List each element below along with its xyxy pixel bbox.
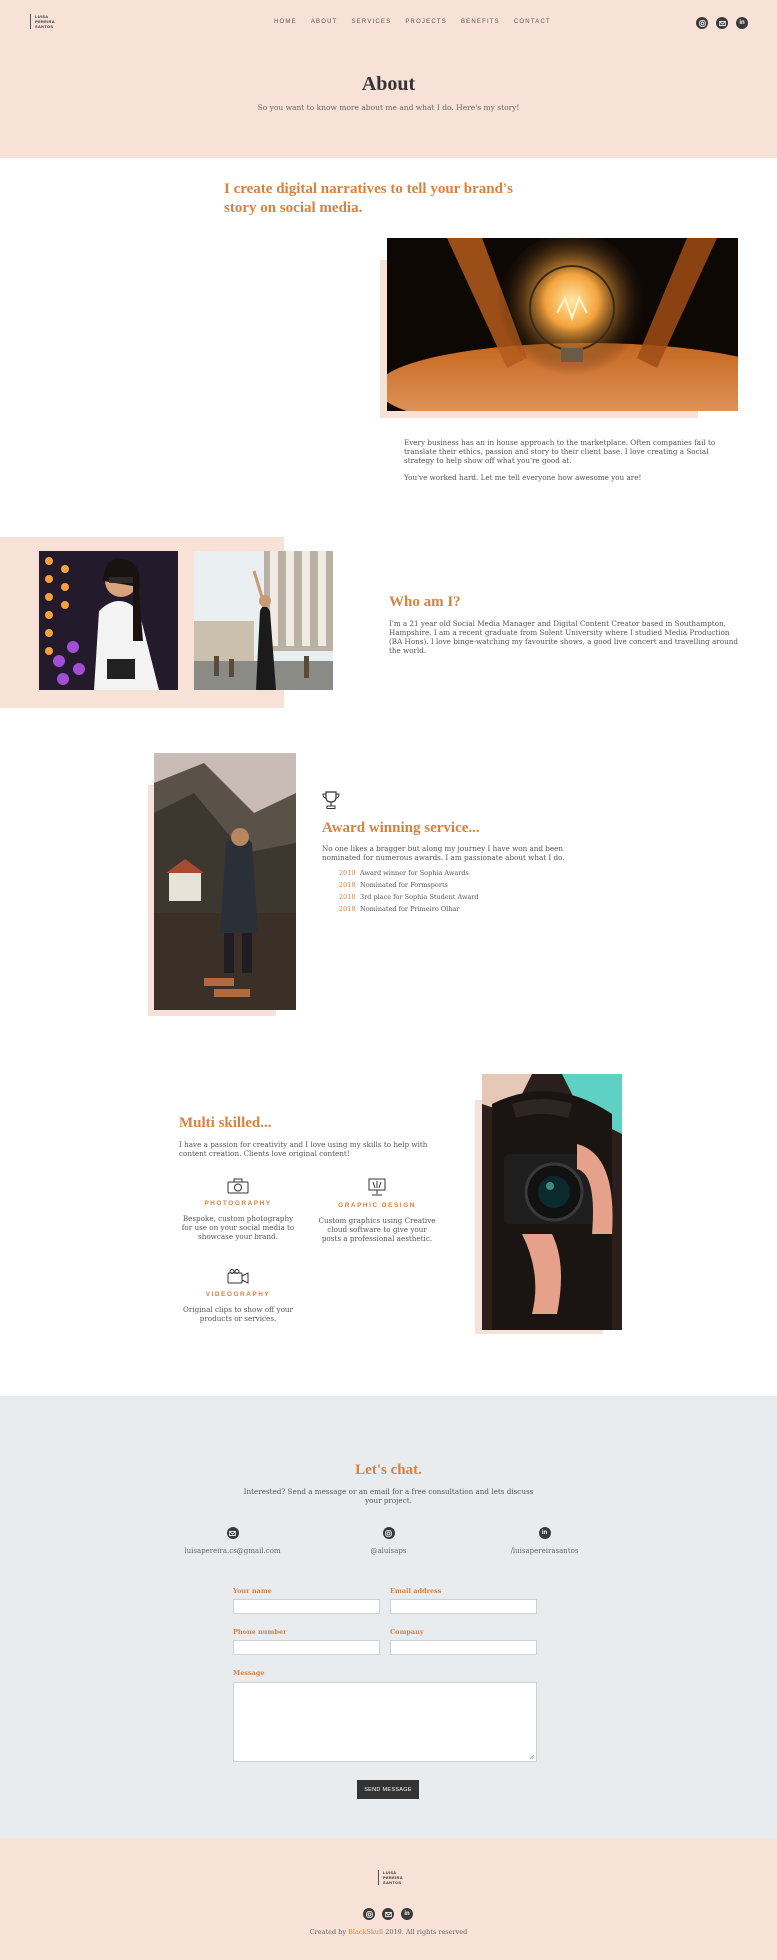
- footer-social: in: [363, 1908, 413, 1920]
- phone-label: Phone number: [233, 1628, 287, 1636]
- contact-email-text: luisapereira.cs@gmail.com: [184, 1547, 281, 1555]
- footer: [0, 1838, 777, 1960]
- skill-videography: VIDEOGRAPHY Original clips to show off y…: [179, 1269, 297, 1323]
- skill-title: VIDEOGRAPHY: [205, 1291, 271, 1298]
- footer-logo-line-3: SANTOS: [383, 1880, 402, 1885]
- design-icon: [318, 1178, 436, 1196]
- awards-list: 2019 Award winner for Sophia Awards 2018 N…: [322, 867, 602, 915]
- brand-logo[interactable]: LUISA PEREIRA SANTOS: [30, 14, 55, 29]
- name-input[interactable]: [233, 1599, 380, 1614]
- who-text: I'm a 21 year old Social Media Manager a…: [389, 619, 738, 655]
- message-label: Message: [233, 1669, 265, 1677]
- camera-icon: [179, 1178, 297, 1194]
- instagram-icon[interactable]: [363, 1908, 375, 1920]
- footer-prefix: Created by: [309, 1928, 349, 1936]
- award-year: 2018: [339, 905, 356, 913]
- linkedin-icon: in: [538, 1527, 551, 1539]
- portrait-photo: [39, 551, 178, 690]
- intro-paragraph-1: Every business has an in house approach …: [404, 438, 716, 465]
- message-textarea[interactable]: [233, 1682, 537, 1762]
- award-label: Award winner for Sophia Awards: [360, 869, 469, 877]
- skill-photography: PHOTOGRAPHY Bespoke, custom photography …: [179, 1178, 297, 1241]
- nav-home[interactable]: HOME: [274, 19, 297, 25]
- mail-icon[interactable]: [716, 17, 728, 29]
- skills-text: I have a passion for creativity and I lo…: [179, 1140, 428, 1158]
- page-title: About: [361, 73, 416, 95]
- contact-linkedin-text: /luisapereirasantos: [510, 1547, 579, 1555]
- who-heading: Who am I?: [389, 594, 461, 610]
- contact-text: Interested? Send a message or an email f…: [243, 1487, 534, 1505]
- intro-paragraph-2: You've worked hard. Let me tell everyone…: [404, 473, 642, 482]
- nav-about[interactable]: ABOUT: [311, 19, 338, 25]
- footer-suffix: 2019. All rights reserved: [383, 1928, 468, 1936]
- lightbulb-photo: [387, 238, 738, 411]
- intro-heading: I create digital narratives to tell your…: [224, 180, 554, 218]
- contact-email[interactable]: luisapereira.cs@gmail.com: [150, 1527, 315, 1555]
- company-label: Company: [390, 1628, 424, 1636]
- hiker-photo: [154, 753, 296, 1010]
- trophy-icon: [322, 790, 340, 814]
- contact-linkedin[interactable]: in /luisapereirasantos: [462, 1527, 627, 1555]
- company-input[interactable]: [390, 1640, 537, 1655]
- skill-graphic-design: GRAPHIC DESIGN Custom graphics using Cre…: [318, 1178, 436, 1243]
- contact-header: Let's chat. Interested? Send a message o…: [0, 1462, 777, 1505]
- instagram-icon[interactable]: [696, 17, 708, 29]
- contact-instagram-text: @aluisaps: [370, 1547, 407, 1555]
- award-item: 2018 Nominated for Primeiro Olhar: [339, 903, 602, 915]
- page-subtitle: So you want to know more about me and wh…: [257, 103, 520, 112]
- instagram-icon: [382, 1527, 395, 1539]
- skill-description: Original clips to show off your products…: [183, 1305, 293, 1323]
- award-label: Nominated for Formsports: [360, 881, 448, 889]
- award-year: 2018: [339, 881, 356, 889]
- resize-handle-icon[interactable]: [529, 1754, 535, 1760]
- footer-copyright: Created by BlackSkull 2019. All rights r…: [0, 1928, 777, 1936]
- linkedin-icon[interactable]: in: [736, 17, 748, 29]
- award-year: 2019: [339, 869, 356, 877]
- award-item: 2019 Award winner for Sophia Awards: [339, 867, 602, 879]
- send-message-button[interactable]: SEND MESSAGE: [357, 1780, 419, 1799]
- skills-heading: Multi skilled...: [179, 1115, 272, 1131]
- footer-credit-link[interactable]: BlackSkull: [348, 1928, 383, 1936]
- award-label: 3rd place for Sophia Student Award: [360, 893, 479, 901]
- footer-logo[interactable]: LUISA PEREIRA SANTOS: [378, 1870, 403, 1885]
- nav-projects[interactable]: PROJECTS: [405, 19, 447, 25]
- name-label: Your name: [233, 1587, 272, 1595]
- intro-text: Every business has an in house approach …: [404, 438, 738, 482]
- nav-benefits[interactable]: BENEFITS: [461, 19, 500, 25]
- awards-section: Award winning service... No one likes a …: [322, 820, 602, 915]
- awards-heading: Award winning service...: [322, 820, 480, 836]
- award-label: Nominated for Primeiro Olhar: [360, 905, 460, 913]
- skill-description: Custom graphics using Creative cloud sof…: [318, 1216, 436, 1243]
- header-social: in: [696, 17, 748, 29]
- brand-line-3: SANTOS: [35, 24, 54, 29]
- skill-title: GRAPHIC DESIGN: [338, 1202, 416, 1209]
- awards-text: No one likes a bragger but along my jour…: [322, 844, 565, 862]
- award-item: 2018 3rd place for Sophia Student Award: [339, 891, 602, 903]
- mail-icon[interactable]: [382, 1908, 394, 1920]
- intro-heading-line-2: story on social media.: [224, 200, 363, 216]
- intro-heading-line-1: I create digital narratives to tell your…: [224, 181, 513, 197]
- city-photo: [194, 551, 333, 690]
- video-camera-icon: [179, 1269, 297, 1285]
- award-item: 2018 Nominated for Formsports: [339, 879, 602, 891]
- skill-title: PHOTOGRAPHY: [204, 1200, 272, 1207]
- nav-services[interactable]: SERVICES: [351, 19, 391, 25]
- award-year: 2018: [339, 893, 356, 901]
- contact-instagram[interactable]: @aluisaps: [306, 1527, 471, 1555]
- phone-input[interactable]: [233, 1640, 380, 1655]
- contact-heading: Let's chat.: [355, 1462, 422, 1478]
- mail-icon: [226, 1527, 239, 1539]
- skills-section: Multi skilled... I have a passion for cr…: [179, 1115, 439, 1158]
- skill-description: Bespoke, custom photography for use on y…: [181, 1214, 295, 1241]
- linkedin-icon[interactable]: in: [401, 1908, 413, 1920]
- main-nav: HOME ABOUT SERVICES PROJECTS BENEFITS CO…: [274, 19, 565, 25]
- email-label: Email address: [390, 1587, 442, 1595]
- nav-contact[interactable]: CONTACT: [514, 19, 551, 25]
- who-section: Who am I? I'm a 21 year old Social Media…: [389, 594, 739, 655]
- email-input[interactable]: [390, 1599, 537, 1614]
- camera-photo: [482, 1074, 622, 1330]
